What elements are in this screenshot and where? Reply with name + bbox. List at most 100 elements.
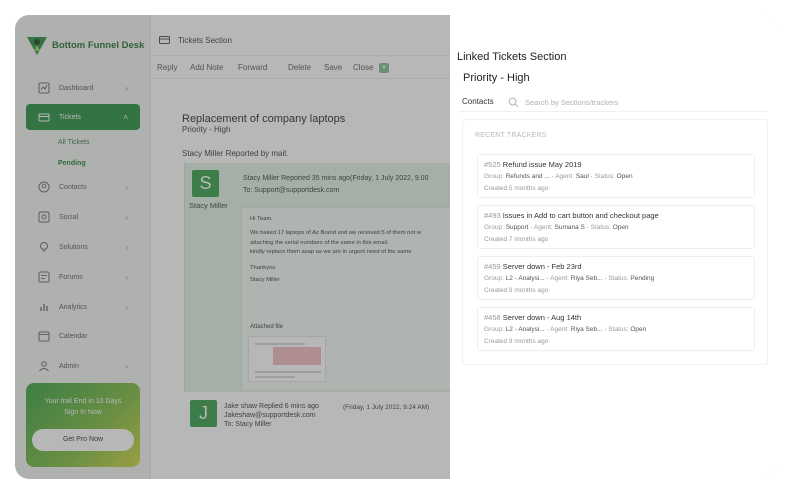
sidebar-subitem-all-tickets[interactable]: All Tickets (58, 139, 90, 146)
app-window: Bottom Funnel Desk Dashboard › Tickets ˄… (15, 15, 777, 479)
recent-trackers-list: RECENT TRACKERS #525 Refund issue May 20… (462, 119, 768, 365)
sidebar-item-label: Dashboard (59, 84, 94, 92)
linked-tickets-panel: Linked Tickets Section Priority - High C… (450, 15, 777, 479)
tracker-agent: Saul (575, 173, 589, 180)
tracker-number: #458 (484, 313, 501, 322)
sidebar-item-dashboard[interactable]: Dashboard › (26, 75, 140, 101)
attachment-thumbnail[interactable] (248, 336, 326, 382)
meta-label: Status: (608, 275, 629, 282)
close-dropdown-icon[interactable]: ▾ (379, 63, 389, 73)
tracker-card[interactable]: #458 Server down - Aug 14th Group: L2 - … (477, 307, 755, 351)
save-button[interactable]: Save (324, 63, 342, 72)
get-pro-button[interactable]: Get Pro Now (32, 429, 134, 451)
chevron-right-icon: › (125, 242, 128, 252)
tracker-meta: Group: Support · Agent: Sumana S · Statu… (484, 224, 629, 231)
search-input[interactable] (525, 96, 755, 109)
meta-label: Agent: (533, 224, 553, 231)
analytics-icon (40, 304, 48, 311)
sidebar-item-label: Social (59, 213, 79, 221)
message-body: Hi Team, We baked 17 laptops of Az Brand… (241, 207, 451, 391)
sidebar-item-social[interactable]: Social › (26, 204, 140, 230)
tracker-status: Pending (630, 275, 655, 282)
body-line: Thankyou (250, 265, 276, 271)
tracker-meta: Group: L2 - Analysi... · Agent: Riya Seb… (484, 275, 655, 282)
ticket-subject: Replacement of company laptops (182, 113, 346, 125)
tracker-group: L2 - Analysi... (505, 326, 545, 333)
search-icon (508, 97, 519, 108)
sender-name: Stacy Miller (189, 201, 228, 210)
chart-icon (38, 82, 50, 94)
ticket-priority: Priority - High (182, 125, 231, 134)
thumbnail-line (255, 376, 295, 378)
tab-contacts[interactable]: Contacts (462, 97, 494, 106)
avatar: S (192, 170, 219, 197)
calendar-icon (38, 331, 50, 342)
close-button[interactable]: Close (353, 63, 373, 72)
sidebar-item-label: Admin (59, 362, 79, 370)
tracker-card[interactable]: #525 Refund issue May 2019 Group: Refund… (477, 154, 755, 198)
sidebar-subitem-pending[interactable]: Pending (58, 160, 86, 167)
tracker-group: L2 - Analysi... (505, 275, 545, 282)
meta-label: Group: (484, 224, 504, 231)
sidebar-item-label: Analytics (59, 303, 88, 311)
meta-label: Group: (484, 173, 504, 180)
sidebar-item-label: Calendar (59, 332, 88, 340)
meta-label: Status: (608, 326, 629, 333)
add-note-button[interactable]: Add Note (190, 63, 223, 72)
sidebar-item-forums[interactable]: Forums › (26, 264, 140, 290)
brand-name: Bottom Funnel Desk (52, 39, 145, 51)
meta-label: Agent: (550, 275, 569, 282)
trial-text: Your trail End in 10 Days (44, 398, 122, 405)
logo-icon (27, 37, 47, 55)
message-date: (Friday, 1 July 2022, 9.24 AM) (343, 404, 430, 411)
body-line: kindly replace them asap as we are in ur… (250, 249, 412, 255)
sidebar: Bottom Funnel Desk Dashboard › Tickets ˄… (15, 15, 150, 479)
trial-banner: Your trail End in 10 Days Sign In Now Ge… (26, 383, 140, 467)
attached-file-label: Attached file (250, 324, 284, 330)
sidebar-item-calendar[interactable]: Calendar (26, 323, 140, 349)
sign-in-link[interactable]: Sign In Now (26, 409, 140, 416)
tracker-status: Open (612, 224, 629, 231)
recent-trackers-heading: RECENT TRACKERS (475, 132, 547, 139)
tracker-agent: Riya Seb... (570, 326, 603, 333)
body-line: We baked 17 laptops of Az Brand and we r… (250, 230, 422, 236)
message-header: Stacy Miller Reported 35 mins ago(Friday… (243, 175, 429, 182)
tracker-agent: Sumana S (554, 224, 585, 231)
sidebar-item-tickets[interactable]: Tickets ˄ (26, 104, 140, 130)
tracker-title: #458 Server down - Aug 14th (484, 313, 581, 322)
meta-label: Agent: (555, 173, 574, 180)
tracker-created: Created 9 months ago (484, 287, 549, 294)
panel-priority: Priority - High (463, 72, 530, 84)
chevron-right-icon: › (125, 302, 128, 312)
sidebar-item-contacts[interactable]: Contacts › (26, 174, 140, 200)
ticket-toolbar: Reply Add Note Forward Delete Save Close… (151, 55, 450, 79)
thumbnail-line (255, 343, 305, 345)
tracker-group: Support (505, 224, 529, 231)
tracker-title: #493 Issues in Add to cart button and ch… (484, 211, 659, 220)
meta-label: Agent: (550, 326, 569, 333)
sidebar-item-analytics[interactable]: Analytics › (26, 294, 140, 320)
panel-title: Linked Tickets Section (457, 51, 567, 63)
tracker-meta: Group: L2 - Analysi... · Agent: Riya Seb… (484, 326, 647, 333)
section-header: Tickets Section (159, 35, 232, 45)
tracker-card[interactable]: #493 Issues in Add to cart button and ch… (477, 205, 755, 249)
delete-button[interactable]: Delete (288, 63, 311, 72)
tracker-created: Created 9 months ago (484, 338, 549, 345)
chevron-right-icon: › (125, 182, 128, 192)
tracker-name: Server down - Aug 14th (502, 313, 582, 322)
sidebar-item-admin[interactable]: Admin › (26, 353, 140, 379)
section-title: Tickets Section (178, 35, 232, 45)
sidebar-item-solutions[interactable]: Solutions › (26, 234, 140, 260)
tracker-number: #525 (484, 160, 501, 169)
tracker-created: Created 7 months ago (484, 236, 549, 243)
reply-button[interactable]: Reply (157, 63, 177, 72)
forward-button[interactable]: Forward (238, 63, 267, 72)
sidebar-item-label: Solutions (59, 243, 88, 251)
thumbnail-highlight (273, 347, 321, 365)
ticket-icon (38, 113, 50, 122)
forums-icon (38, 271, 50, 283)
tracker-number: #493 (484, 211, 501, 220)
sidebar-item-label: Forums (59, 273, 83, 281)
tracker-card[interactable]: #459 Server down - Feb 23rd Group: L2 - … (477, 256, 755, 300)
body-line: Hi Team, (250, 216, 273, 222)
